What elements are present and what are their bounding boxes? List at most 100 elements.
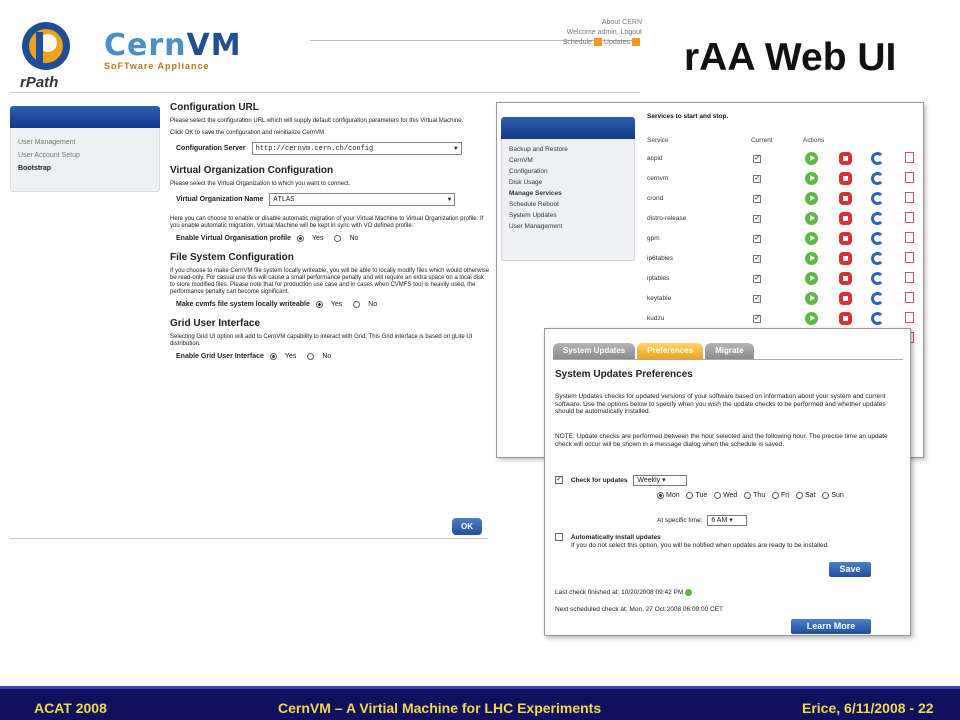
learn-more-button[interactable]: Learn More (791, 619, 871, 634)
log-icon[interactable] (905, 312, 914, 323)
schedule-link[interactable]: Schedule (563, 39, 592, 46)
service-enabled-checkbox[interactable]: ✓ (753, 235, 761, 243)
sidebar-item-bootstrap[interactable]: Bootstrap (18, 162, 152, 175)
log-icon[interactable] (905, 212, 914, 223)
stop-icon[interactable] (839, 312, 852, 325)
restart-icon[interactable] (871, 312, 884, 325)
day-tue-radio[interactable] (686, 492, 694, 499)
fs-writeable-yes-radio[interactable] (315, 301, 323, 308)
restart-icon[interactable] (871, 292, 884, 305)
log-icon[interactable] (905, 252, 914, 263)
day-fri-radio[interactable] (772, 492, 780, 499)
sidebar-item-user-management[interactable]: User Management (18, 136, 152, 149)
day-thu-label: Thu (753, 492, 766, 500)
nav-item-schedule-reboot[interactable]: Schedule Reboot (509, 199, 627, 210)
log-icon[interactable] (905, 192, 914, 203)
stop-icon[interactable] (839, 172, 852, 185)
tab-migrate[interactable]: Migrate (705, 343, 754, 359)
grid-ui-no-radio[interactable] (307, 353, 315, 360)
start-icon[interactable] (805, 292, 818, 305)
day-sat-radio[interactable] (796, 492, 804, 499)
log-icon[interactable] (905, 272, 914, 283)
footer-talk-title: CernVM – A Virtial Machine for LHC Exper… (278, 700, 602, 716)
start-icon[interactable] (805, 172, 818, 185)
restart-icon[interactable] (871, 212, 884, 225)
day-thu-radio[interactable] (744, 492, 752, 499)
config-server-row: Configuration Server http://cernvm.cern.… (176, 142, 490, 155)
grid-ui-yes-label: Yes (284, 353, 297, 360)
nav-item-system-updates[interactable]: System Updates (509, 210, 627, 221)
service-enabled-checkbox[interactable]: ✓ (753, 295, 761, 303)
restart-icon[interactable] (871, 232, 884, 245)
config-server-select[interactable]: http://cernvm.cern.ch/config ▼ (251, 142, 462, 155)
nav-item-disk-usage[interactable]: Disk Usage (509, 177, 627, 188)
service-enabled-checkbox[interactable]: ✓ (753, 215, 761, 223)
service-row: keytable ✓ (647, 292, 917, 312)
save-button[interactable]: Save (829, 562, 871, 577)
log-icon[interactable] (905, 232, 914, 243)
start-icon[interactable] (805, 212, 818, 225)
restart-icon[interactable] (871, 252, 884, 265)
nav-item-configuration[interactable]: Configuration (509, 166, 627, 177)
service-enabled-checkbox[interactable]: ✓ (753, 255, 761, 263)
vo-profile-no-radio[interactable] (334, 235, 342, 242)
ok-button[interactable]: OK (452, 518, 482, 535)
stop-icon[interactable] (839, 272, 852, 285)
vo-migration-description: Here you can choose to enable or disable… (170, 216, 484, 229)
nav-item-user-management[interactable]: User Management (509, 221, 627, 232)
auto-install-checkbox[interactable] (555, 533, 563, 541)
vo-profile-no-label: No (349, 235, 359, 242)
service-enabled-checkbox[interactable]: ✓ (753, 195, 761, 203)
start-icon[interactable] (805, 272, 818, 285)
restart-icon[interactable] (871, 172, 884, 185)
restart-icon[interactable] (871, 272, 884, 285)
restart-icon[interactable] (871, 152, 884, 165)
tab-system-updates[interactable]: System Updates (553, 343, 636, 359)
service-enabled-checkbox[interactable]: ✓ (753, 315, 761, 323)
specific-time-label: At specific time: (657, 517, 703, 524)
restart-icon[interactable] (871, 192, 884, 205)
vo-name-select[interactable]: ATLAS ▼ (269, 193, 456, 206)
service-row: iptables ✓ (647, 272, 917, 292)
nav-item-manage-services[interactable]: Manage Services (509, 188, 627, 199)
service-name: gpm (647, 235, 660, 242)
service-row: cernvm ✓ (647, 172, 917, 192)
nav-item-backup-restore[interactable]: Backup and Restore (509, 144, 627, 155)
update-frequency-select[interactable]: Weekly ▾ (633, 475, 688, 486)
updates-link[interactable]: Updates (604, 39, 630, 46)
stop-icon[interactable] (839, 252, 852, 265)
stop-icon[interactable] (839, 232, 852, 245)
tab-preferences[interactable]: Preferences (637, 343, 704, 359)
day-mon-radio[interactable] (657, 492, 664, 499)
fs-writeable-no-radio[interactable] (353, 301, 361, 308)
stop-icon[interactable] (839, 192, 852, 205)
user-logout-link[interactable]: Welcome admin, Logout (563, 28, 642, 38)
start-icon[interactable] (805, 232, 818, 245)
sidebar-item-user-account-setup[interactable]: User Account Setup (18, 149, 152, 162)
form-bottom-divider (10, 538, 488, 539)
stop-icon[interactable] (839, 212, 852, 225)
day-sun-radio[interactable] (822, 492, 830, 499)
vo-profile-yes-radio[interactable] (297, 235, 305, 242)
log-icon[interactable] (905, 152, 914, 163)
about-link[interactable]: About CERN (563, 18, 642, 28)
col-header-actions: Actions (803, 137, 825, 144)
service-enabled-checkbox[interactable]: ✓ (753, 275, 761, 283)
start-icon[interactable] (805, 312, 818, 325)
service-enabled-checkbox[interactable]: ✓ (753, 155, 761, 163)
grid-ui-yes-radio[interactable] (269, 353, 277, 360)
dropdown-arrow-icon: ▼ (447, 196, 452, 203)
specific-time-select[interactable]: 6 AM ▾ (707, 515, 748, 526)
service-enabled-checkbox[interactable]: ✓ (753, 175, 761, 183)
day-wed-radio[interactable] (714, 492, 722, 499)
start-icon[interactable] (805, 192, 818, 205)
nav-item-cernvm[interactable]: CernVM (509, 155, 627, 166)
log-icon[interactable] (905, 172, 914, 183)
stop-icon[interactable] (839, 292, 852, 305)
check-for-updates-checkbox[interactable]: ✓ (555, 476, 563, 485)
start-icon[interactable] (805, 152, 818, 165)
log-icon[interactable] (905, 292, 914, 303)
start-icon[interactable] (805, 252, 818, 265)
fs-writeable-label: Make cvmfs file system locally writeable (176, 301, 310, 308)
stop-icon[interactable] (839, 152, 852, 165)
